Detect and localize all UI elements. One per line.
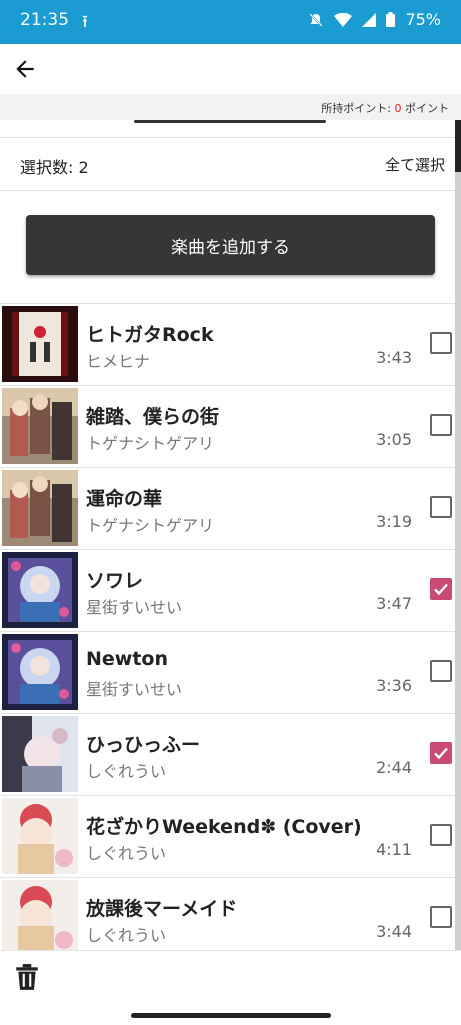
song-artist: トゲナシトゲアリ (86, 516, 215, 535)
song-duration: 3:36 (376, 676, 412, 695)
song-duration: 3:19 (376, 512, 412, 531)
song-duration: 3:05 (376, 430, 412, 449)
song-duration: 2:44 (376, 758, 412, 777)
song-row[interactable]: 放課後マーメイド しぐれうい 3:44 (0, 877, 461, 950)
song-checkbox[interactable] (430, 414, 452, 436)
song-checkbox[interactable] (430, 824, 452, 846)
song-artist: 星街すいせい (86, 680, 183, 699)
song-artist: しぐれうい (86, 844, 167, 863)
song-checkbox[interactable] (430, 660, 452, 682)
song-row[interactable]: ひっひっふー しぐれうい 2:44 (0, 713, 461, 795)
song-row[interactable]: 運命の華 トゲナシトゲアリ 3:19 (0, 467, 461, 549)
album-art (2, 798, 78, 874)
trash-icon[interactable] (14, 963, 40, 991)
song-title: Newton (86, 648, 169, 670)
home-indicator (131, 1013, 331, 1018)
points-label: 所持ポイント: (321, 102, 395, 115)
points-bar: 所持ポイント: 0 ポイント (0, 94, 461, 120)
points-unit: ポイント (401, 102, 449, 115)
song-artist: ヒメヒナ (86, 352, 151, 371)
sheet-drag-handle[interactable] (134, 120, 326, 123)
song-duration: 3:47 (376, 594, 412, 613)
checkmark-icon (434, 747, 448, 760)
album-art (2, 716, 78, 792)
song-checkbox[interactable] (430, 332, 452, 354)
checkmark-icon (434, 583, 448, 596)
song-title: ヒトガタRock (86, 324, 214, 346)
bottom-bar (0, 950, 461, 1025)
song-row[interactable]: ソワレ 星街すいせい 3:47 (0, 549, 461, 631)
song-list: ヒトガタRock ヒメヒナ 3:43 雑踏、僕らの街 トゲナシトゲアリ 3:05… (0, 303, 461, 950)
song-title: 運命の華 (86, 488, 163, 510)
mute-icon (309, 12, 324, 27)
status-time: 21:35 (20, 10, 69, 30)
song-title: 放課後マーメイド (86, 898, 238, 920)
points-value: 0 (394, 102, 402, 115)
song-title: ひっひっふー (86, 734, 201, 756)
selection-row: 選択数: 2 全て選択 (0, 137, 461, 191)
song-select-sheet: 選択数: 2 全て選択 楽曲を追加する ヒトガタRock ヒメヒナ 3:43 雑… (0, 120, 461, 950)
song-title: 花ざかりWeekend✽ (Cover) (86, 816, 362, 838)
song-checkbox-checked[interactable] (430, 742, 452, 764)
album-art (2, 552, 78, 628)
song-artist: しぐれうい (86, 762, 167, 781)
select-all-button[interactable]: 全て選択 (385, 154, 445, 175)
song-checkbox-checked[interactable] (430, 578, 452, 600)
song-artist: トゲナシトゲアリ (86, 434, 215, 453)
scrollbar-track (455, 120, 461, 950)
album-art (2, 470, 78, 546)
album-art (2, 306, 78, 382)
song-artist: 星街すいせい (86, 598, 183, 617)
album-art (2, 634, 78, 710)
scrollbar[interactable] (455, 120, 461, 950)
battery-level: 75% (405, 10, 441, 29)
back-arrow-icon[interactable] (12, 56, 38, 82)
song-row[interactable]: Newton 星街すいせい 3:36 (0, 631, 461, 713)
status-icons: 75% (308, 10, 441, 29)
song-row[interactable]: ヒトガタRock ヒメヒナ 3:43 (0, 303, 461, 385)
app-bar (0, 44, 461, 94)
wifi-icon (334, 12, 353, 27)
song-artist: しぐれうい (86, 926, 167, 945)
scrollbar-thumb[interactable] (455, 120, 461, 172)
song-checkbox[interactable] (430, 906, 452, 928)
battery-icon (386, 12, 396, 27)
upload-icon: ⭱ (82, 12, 88, 32)
points-display: 所持ポイント: 0 ポイント (321, 100, 449, 116)
status-bar: 21:35 ⭱ 75% (0, 0, 461, 44)
song-row[interactable]: 雑踏、僕らの街 トゲナシトゲアリ 3:05 (0, 385, 461, 467)
song-duration: 3:43 (376, 348, 412, 367)
album-art (2, 388, 78, 464)
add-songs-button[interactable]: 楽曲を追加する (26, 215, 435, 275)
signal-icon (362, 12, 377, 27)
song-duration: 3:44 (376, 922, 412, 941)
song-checkbox[interactable] (430, 496, 452, 518)
song-duration: 4:11 (376, 840, 412, 859)
album-art (2, 880, 78, 950)
song-title: ソワレ (86, 570, 144, 592)
selection-count: 選択数: 2 (20, 158, 89, 177)
song-title: 雑踏、僕らの街 (86, 406, 220, 428)
song-row[interactable]: 花ざかりWeekend✽ (Cover) しぐれうい 4:11 (0, 795, 461, 877)
